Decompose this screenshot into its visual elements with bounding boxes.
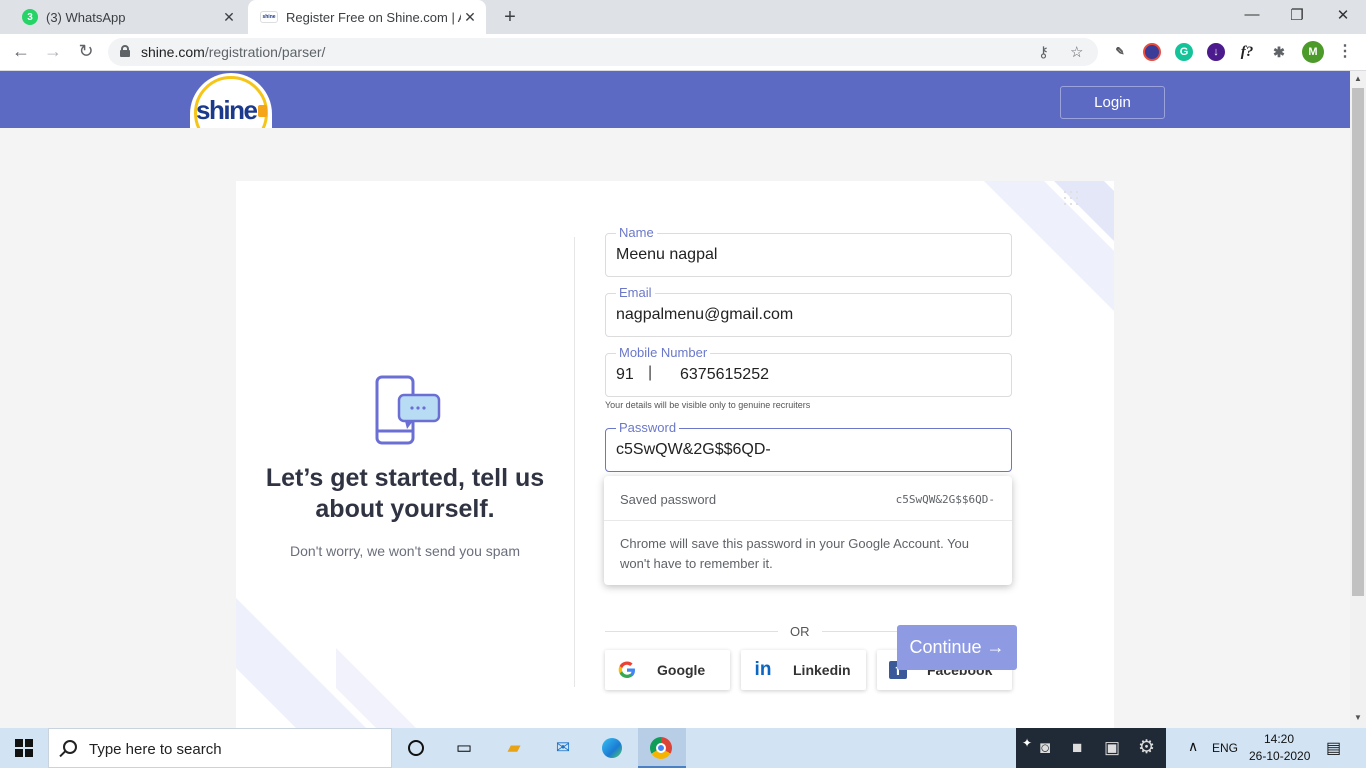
download-extension-icon[interactable]: ↓: [1207, 43, 1225, 61]
page-content: Let’s get started, tell us about yoursel…: [0, 128, 1350, 728]
search-placeholder: Type here to search: [89, 741, 222, 758]
decorative-stripes-icon: [236, 598, 416, 728]
login-button[interactable]: Login: [1060, 86, 1165, 119]
capture-toolbar: ✦ ◙ ■ ▣ ⚙: [1016, 728, 1166, 768]
logo-text: shine: [196, 95, 258, 125]
page-scrollbar[interactable]: ▲ ▼: [1350, 71, 1366, 728]
puzzle-icon[interactable]: ✱: [1270, 43, 1288, 61]
browser-tab-strip: 3 (3) WhatsApp ✕ shine Register Free on …: [0, 0, 1366, 34]
password-field[interactable]: Password c5SwQW&2G$$6QD-: [605, 420, 1012, 472]
formula-extension-icon[interactable]: f?: [1238, 43, 1256, 61]
language-indicator[interactable]: ENG: [1212, 741, 1238, 755]
edge-icon[interactable]: [600, 736, 624, 760]
continue-button[interactable]: Continue →: [897, 625, 1017, 670]
linkedin-label: Linkedin: [793, 662, 851, 678]
star-icon[interactable]: ☆: [1070, 43, 1083, 61]
scroll-up-icon[interactable]: ▲: [1354, 74, 1362, 83]
lock-icon: [120, 45, 130, 57]
video-icon[interactable]: ■: [1072, 738, 1082, 758]
close-icon[interactable]: ✕: [462, 9, 478, 25]
mobile-field[interactable]: Mobile Number 91 | 6375615252: [605, 345, 1012, 397]
privacy-hint: Your details will be visible only to gen…: [605, 400, 811, 410]
tab-whatsapp[interactable]: 3 (3) WhatsApp ✕: [8, 0, 245, 34]
name-value: Meenu nagpal: [616, 246, 718, 263]
password-label: Password: [616, 420, 680, 436]
cortana-icon[interactable]: [404, 736, 428, 760]
registration-card: Let’s get started, tell us about yoursel…: [236, 181, 1114, 728]
email-label: Email: [616, 285, 655, 301]
mobile-label: Mobile Number: [616, 345, 711, 361]
new-tab-icon[interactable]: +: [500, 6, 520, 29]
saved-password-value: c5SwQW&2G$$6QD-: [895, 493, 995, 506]
mobile-value: 6375615252: [680, 366, 769, 383]
subtitle: Don't worry, we won't send you spam: [290, 543, 520, 559]
more-menu-icon[interactable]: ⋮: [1336, 43, 1354, 61]
clock-date[interactable]: 26-10-2020: [1249, 749, 1310, 763]
vertical-divider: [574, 237, 575, 687]
name-label: Name: [616, 225, 657, 241]
reload-icon[interactable]: ↻: [75, 41, 97, 62]
saved-password-row[interactable]: Saved password c5SwQW&2G$$6QD-: [604, 476, 1012, 521]
restore-icon[interactable]: ❐: [1282, 6, 1312, 24]
password-save-note: Chrome will save this password in your G…: [620, 536, 970, 571]
taskbar-search-input[interactable]: Type here to search: [48, 728, 392, 768]
name-field[interactable]: Name Meenu nagpal: [605, 225, 1012, 277]
windows-start-icon[interactable]: [0, 728, 48, 768]
separator: |: [648, 364, 653, 381]
phone-chat-icon: [375, 375, 441, 445]
browser-toolbar: ← → ↻ shine.com/registration/parser/ ⚷ ☆…: [0, 34, 1366, 71]
snip-icon[interactable]: ✦: [1022, 736, 1032, 750]
google-label: Google: [657, 662, 706, 678]
country-code-select[interactable]: 91: [616, 366, 634, 384]
google-icon: [617, 660, 637, 680]
tab-shine-register[interactable]: shine Register Free on Shine.com | App ✕: [248, 0, 486, 34]
chevron-up-icon[interactable]: ∧: [1188, 738, 1198, 755]
google-signin-button[interactable]: Google: [605, 650, 730, 690]
close-window-icon[interactable]: ✕: [1328, 6, 1358, 24]
or-text: OR: [790, 624, 810, 639]
forward-icon[interactable]: →: [42, 41, 64, 62]
email-field[interactable]: Email nagpalmenu@gmail.com: [605, 285, 1012, 337]
gallery-icon[interactable]: ▣: [1104, 738, 1120, 758]
minimize-icon[interactable]: —: [1237, 6, 1267, 23]
eyedropper-extension-icon[interactable]: ✎: [1111, 43, 1129, 61]
site-header: shine Login: [0, 71, 1350, 129]
tab-title: Register Free on Shine.com | App: [286, 9, 461, 25]
avatar[interactable]: M: [1302, 41, 1324, 63]
scroll-down-icon[interactable]: ▼: [1354, 713, 1362, 722]
search-icon: [63, 740, 77, 754]
notification-icon[interactable]: ▤: [1326, 738, 1341, 758]
email-value: nagpalmenu@gmail.com: [616, 306, 794, 323]
linkedin-signin-button[interactable]: in Linkedin: [741, 650, 866, 690]
shine-logo[interactable]: shine: [190, 73, 272, 129]
clock-time[interactable]: 14:20: [1264, 732, 1294, 746]
close-icon[interactable]: ✕: [221, 9, 237, 25]
saved-password-popup: Saved password c5SwQW&2G$$6QD- Chrome wi…: [604, 476, 1012, 585]
back-icon[interactable]: ←: [10, 41, 32, 62]
tab-title: (3) WhatsApp: [46, 9, 126, 25]
file-explorer-icon[interactable]: ▰: [502, 736, 526, 760]
url-host: shine.com: [141, 44, 205, 60]
url-text: shine.com/registration/parser/: [141, 44, 325, 60]
whatsapp-icon: 3: [22, 9, 38, 25]
mail-icon[interactable]: ✉: [551, 736, 575, 760]
shine-favicon-icon: shine: [260, 11, 278, 23]
linkedin-icon: in: [754, 659, 772, 680]
task-view-icon[interactable]: ▭: [452, 736, 476, 760]
key-icon[interactable]: ⚷: [1038, 43, 1049, 61]
page-title: Let’s get started, tell us about yoursel…: [265, 464, 545, 523]
scroll-thumb[interactable]: [1352, 88, 1364, 596]
address-bar[interactable]: shine.com/registration/parser/ ⚷ ☆: [108, 38, 1098, 66]
settings-gear-icon[interactable]: ⚙: [1138, 736, 1155, 759]
color-extension-icon[interactable]: [1143, 43, 1161, 61]
chrome-taskbar-button[interactable]: [638, 728, 686, 768]
saved-password-label: Saved password: [620, 492, 717, 507]
windows-taskbar: Type here to search ▭ ▰ ✉ ✦ ◙ ■ ▣ ⚙ ∧ EN…: [0, 728, 1366, 768]
url-path: /registration/parser/: [204, 44, 326, 60]
camera-icon[interactable]: ◙: [1040, 738, 1050, 758]
grammarly-icon[interactable]: G: [1175, 43, 1193, 61]
password-value: c5SwQW&2G$$6QD-: [616, 441, 771, 458]
